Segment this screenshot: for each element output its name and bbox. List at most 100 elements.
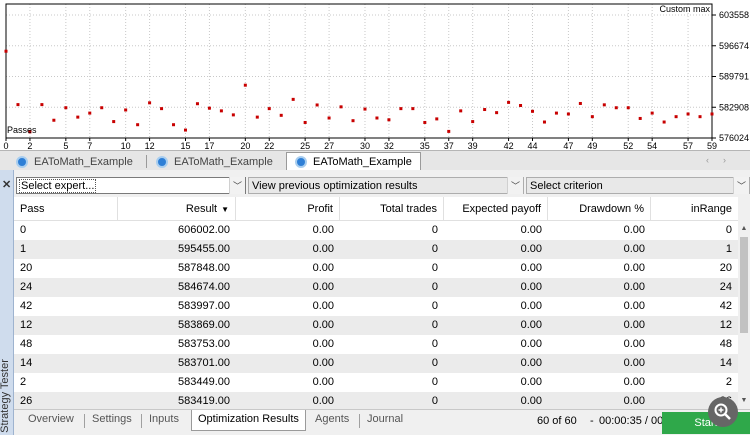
data-point bbox=[195, 102, 199, 106]
table-cell: 42 bbox=[20, 300, 33, 312]
status-separator: - bbox=[590, 415, 594, 427]
table-cell: 0.00 bbox=[520, 319, 542, 331]
table-cell: 2 bbox=[725, 376, 732, 388]
scroll-down-icon[interactable]: ▼ bbox=[738, 395, 750, 407]
x-tick-label: 39 bbox=[468, 141, 478, 150]
table-cell: 0 bbox=[431, 395, 438, 407]
document-tab-bar: EAToMath_Example EAToMath_Example EAToMa… bbox=[0, 150, 750, 171]
table-cell: 0.00 bbox=[520, 224, 542, 236]
y-tick-label: 582908 bbox=[719, 102, 749, 112]
y-tick-label: 576024 bbox=[719, 133, 749, 143]
results-select[interactable]: View previous optimization results ﹀ bbox=[248, 177, 524, 194]
y-tick-label: 603558 bbox=[719, 10, 749, 20]
tab-overview[interactable]: Overview bbox=[28, 413, 74, 425]
vertical-scrollbar[interactable]: ▲ ▼ bbox=[738, 197, 750, 409]
col-header-inrange[interactable]: inRange bbox=[651, 197, 738, 221]
table-cell: 0 bbox=[431, 300, 438, 312]
chart-canvas: 6035585966745897915829085760240 2 5 7 10 12 15… bbox=[3, 3, 749, 150]
table-cell: 0.00 bbox=[312, 357, 334, 369]
tab-journal[interactable]: Journal bbox=[367, 413, 403, 425]
x-tick-label: 27 bbox=[324, 141, 334, 150]
data-point bbox=[207, 106, 211, 110]
criterion-select-value: Select criterion bbox=[530, 179, 603, 192]
col-header-total-trades[interactable]: Total trades bbox=[340, 197, 444, 221]
x-tick-label: 30 bbox=[360, 141, 370, 150]
data-point bbox=[614, 106, 618, 110]
table-row[interactable]: 1 595455.00 0.00 0 0.00 0.00 1 bbox=[14, 240, 738, 259]
scroll-thumb[interactable] bbox=[740, 237, 748, 333]
tab-agents[interactable]: Agents bbox=[315, 413, 349, 425]
chevron-down-icon[interactable]: ﹀ bbox=[229, 177, 245, 194]
tab-settings[interactable]: Settings bbox=[92, 413, 132, 425]
x-tick-label: 5 bbox=[63, 141, 68, 150]
col-header-result-label: Result bbox=[185, 203, 218, 215]
optimization-chart: 603558 596674 589791 582908 576024 0 2 5 7 10 12 15… bbox=[0, 0, 750, 150]
x-tick-label: 42 bbox=[504, 141, 514, 150]
table-cell: 0.00 bbox=[520, 338, 542, 350]
tab-inputs[interactable]: Inputs bbox=[149, 413, 179, 425]
data-point bbox=[315, 103, 319, 107]
criterion-select[interactable]: Select criterion ﹀ bbox=[526, 177, 750, 194]
panel-title: Strategy Tester bbox=[0, 359, 11, 433]
col-header-expected-payoff[interactable]: Expected payoff bbox=[444, 197, 548, 221]
tab-optimization-results[interactable]: Optimization Results bbox=[191, 410, 306, 431]
x-tick-label: 49 bbox=[587, 141, 597, 150]
table-row[interactable]: 42 583997.00 0.00 0 0.00 0.00 42 bbox=[14, 297, 738, 316]
table-row[interactable]: 24 584674.00 0.00 0 0.00 0.00 24 bbox=[14, 278, 738, 297]
table-cell: 0.00 bbox=[312, 338, 334, 350]
table-cell: 583701.00 bbox=[178, 357, 230, 369]
x-tick-label: 25 bbox=[300, 141, 310, 150]
table-row[interactable]: 0 606002.00 0.00 0 0.00 0.00 0 bbox=[14, 221, 738, 240]
table-cell: 0 bbox=[431, 281, 438, 293]
chevron-down-icon[interactable]: ﹀ bbox=[733, 177, 749, 194]
table-cell: 583419.00 bbox=[178, 395, 230, 407]
strategy-tester-sidebar: ✕ Strategy Tester bbox=[0, 170, 14, 435]
chart-frame bbox=[5, 3, 713, 139]
table-cell: 0.00 bbox=[312, 224, 334, 236]
table-row[interactable]: 20 587848.00 0.00 0 0.00 0.00 20 bbox=[14, 259, 738, 278]
data-point bbox=[76, 115, 80, 119]
data-point bbox=[4, 49, 8, 53]
col-header-profit[interactable]: Profit bbox=[236, 197, 340, 221]
data-point bbox=[375, 116, 379, 120]
data-point bbox=[64, 106, 68, 110]
expert-icon bbox=[156, 156, 168, 168]
table-cell: 0.00 bbox=[623, 357, 645, 369]
table-cell: 0.00 bbox=[623, 338, 645, 350]
scroll-up-icon[interactable]: ▲ bbox=[738, 223, 750, 235]
data-point bbox=[507, 100, 511, 104]
col-header-result[interactable]: Result ▼ bbox=[118, 197, 236, 221]
data-point bbox=[650, 111, 654, 115]
data-point bbox=[662, 120, 666, 124]
table-cell: 0.00 bbox=[623, 395, 645, 407]
zoom-in-icon[interactable] bbox=[708, 397, 738, 427]
results-select-value: View previous optimization results bbox=[252, 179, 418, 192]
table-cell: 26 bbox=[20, 395, 33, 407]
x-tick-label: 22 bbox=[264, 141, 274, 150]
table-row[interactable]: 14 583701.00 0.00 0 0.00 0.00 14 bbox=[14, 354, 738, 373]
table-cell: 584674.00 bbox=[178, 281, 230, 293]
close-icon[interactable]: ✕ bbox=[2, 178, 11, 191]
table-cell: 14 bbox=[20, 357, 33, 369]
table-cell: 0.00 bbox=[520, 281, 542, 293]
expert-select[interactable]: Select expert... ﹀ bbox=[16, 177, 246, 194]
table-cell: 0.00 bbox=[520, 357, 542, 369]
table-cell: 0.00 bbox=[520, 300, 542, 312]
col-header-pass[interactable]: Pass bbox=[14, 197, 118, 221]
table-row[interactable]: 26583419.000.0000.000.0026 bbox=[14, 392, 738, 409]
table-row[interactable]: 12 583869.00 0.00 0 0.00 0.00 12 bbox=[14, 316, 738, 335]
doc-tab-2[interactable]: EAToMath_Example bbox=[156, 153, 273, 171]
tab-scroll-arrows[interactable]: ‹› bbox=[706, 155, 740, 165]
col-header-drawdown[interactable]: Drawdown % bbox=[548, 197, 651, 221]
table-cell: 2 bbox=[20, 376, 27, 388]
doc-tab-1[interactable]: EAToMath_Example bbox=[16, 153, 133, 171]
data-point bbox=[327, 116, 331, 120]
data-point bbox=[267, 107, 271, 111]
table-cell: 0.00 bbox=[312, 262, 334, 274]
table-row[interactable]: 48 583753.00 0.00 0 0.00 0.00 48 bbox=[14, 335, 738, 354]
doc-tab-3-active[interactable]: EAToMath_Example bbox=[286, 152, 421, 171]
table-row[interactable]: 2 583449.00 0.00 0 0.00 0.00 2 bbox=[14, 373, 738, 392]
table-cell: 0.00 bbox=[312, 395, 334, 407]
data-point bbox=[148, 101, 152, 105]
chevron-down-icon[interactable]: ﹀ bbox=[507, 177, 523, 194]
